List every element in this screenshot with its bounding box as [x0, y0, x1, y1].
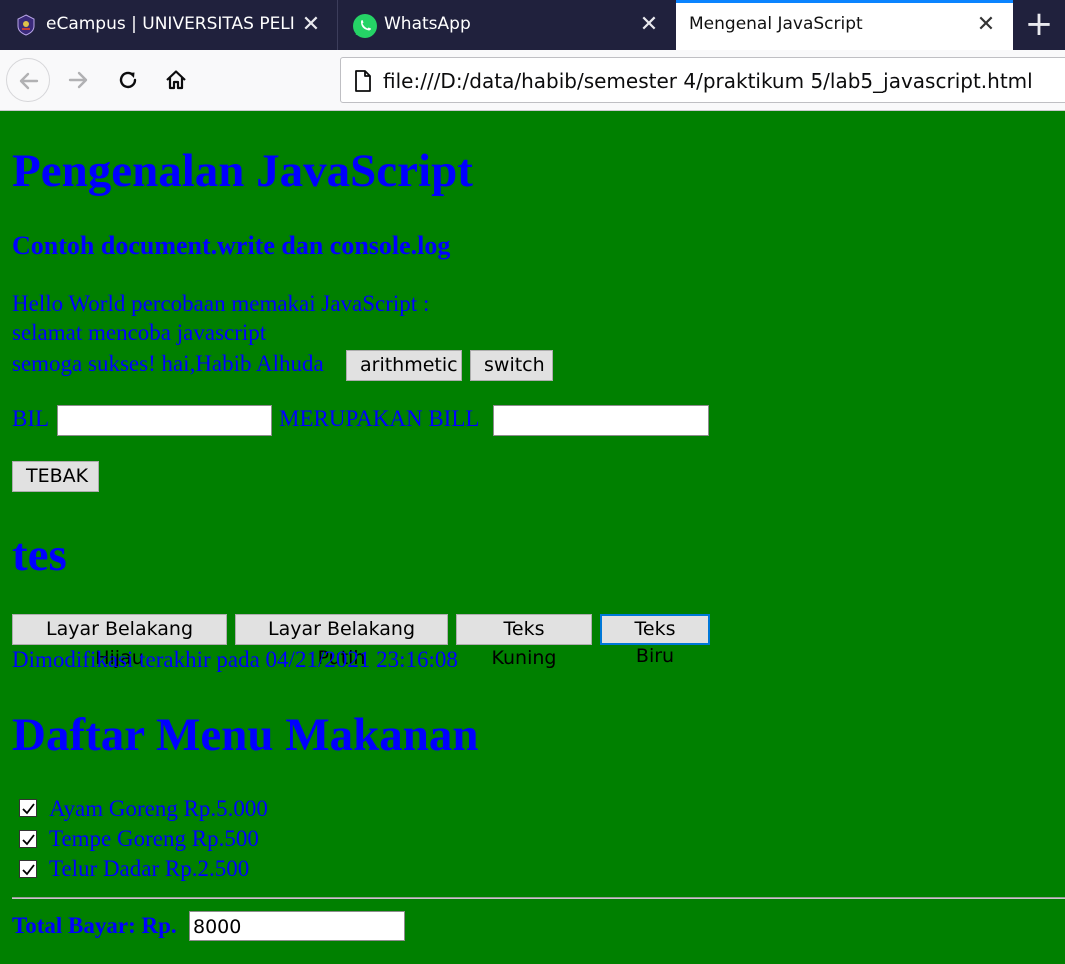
- forward-arrow-icon: [68, 71, 88, 89]
- reload-button[interactable]: [106, 58, 150, 102]
- menu-item-label: Tempe Goreng Rp.500: [49, 826, 259, 851]
- yellow-text-button[interactable]: Teks Kuning: [456, 614, 592, 669]
- greeting-line: selamat mencoba javascript: [12, 320, 267, 345]
- forward-button[interactable]: [56, 58, 100, 102]
- university-logo-icon: [14, 13, 38, 37]
- menu-checkbox-ayam[interactable]: [19, 799, 37, 817]
- checkmark-icon: [22, 834, 35, 846]
- menu-checkbox-tempe[interactable]: [19, 830, 37, 848]
- menu-checkbox-telur[interactable]: [19, 860, 37, 878]
- page-content: Pengenalan JavaScript Contoh document.wr…: [0, 111, 1065, 964]
- tebak-button[interactable]: TEBAK: [12, 461, 99, 492]
- tab-title: WhatsApp: [384, 14, 471, 34]
- checkmark-icon: [22, 864, 35, 876]
- tab-mengenal-javascript[interactable]: Mengenal JavaScript ✕: [676, 0, 1013, 50]
- tab-ecampus[interactable]: eCampus | UNIVERSITAS PELITA ✕: [0, 0, 337, 50]
- total-input[interactable]: 8000: [189, 911, 405, 941]
- tab-whatsapp[interactable]: WhatsApp ✕: [338, 0, 675, 50]
- horizontal-divider: [12, 897, 1065, 899]
- bil-input[interactable]: [57, 405, 272, 436]
- close-tab-icon[interactable]: ✕: [973, 12, 999, 38]
- tab-title: Mengenal JavaScript: [689, 14, 863, 34]
- home-button[interactable]: [154, 58, 198, 102]
- switch-button[interactable]: switch: [470, 350, 553, 381]
- menu-item-label: Ayam Goreng Rp.5.000: [49, 796, 268, 821]
- subheading: Contoh document.write dan console.log: [12, 231, 451, 260]
- page-title: Pengenalan JavaScript: [12, 145, 473, 197]
- green-background-button[interactable]: Layar Belakang Hijau: [12, 614, 227, 669]
- name-line: semoga sukses! hai,Habib Alhuda: [12, 351, 324, 376]
- back-button[interactable]: [6, 58, 50, 102]
- result-label: MERUPAKAN BILL: [279, 406, 480, 431]
- close-tab-icon[interactable]: ✕: [298, 12, 324, 38]
- bil-label: BIL: [12, 406, 50, 431]
- back-arrow-icon: [19, 72, 39, 90]
- tab-title: eCampus | UNIVERSITAS PELITA: [46, 14, 294, 34]
- navigation-toolbar: file:///D:/data/habib/semester 4/praktik…: [0, 50, 1065, 111]
- file-icon: [355, 70, 371, 92]
- new-tab-button[interactable]: +: [1013, 0, 1065, 50]
- active-tab-indicator: [676, 0, 1013, 3]
- last-modified-text: Dimodifikasi terakhir pada 04/21/2021 23…: [12, 647, 458, 672]
- tes-heading: tes: [12, 529, 67, 581]
- tab-bar: eCampus | UNIVERSITAS PELITA ✕ WhatsApp …: [0, 0, 1065, 50]
- reload-icon: [119, 71, 137, 89]
- hello-line: Hello World percobaan memakai JavaScript…: [12, 291, 430, 316]
- white-background-button[interactable]: Layar Belakang Putih: [235, 614, 448, 669]
- whatsapp-icon: [352, 13, 377, 38]
- menu-heading: Daftar Menu Makanan: [12, 709, 479, 761]
- total-label: Total Bayar: Rp.: [12, 913, 177, 938]
- checkmark-icon: [22, 803, 35, 815]
- arithmetic-button[interactable]: arithmetic: [346, 350, 462, 381]
- home-icon: [166, 70, 186, 90]
- url-text: file:///D:/data/habib/semester 4/praktik…: [383, 69, 1033, 93]
- result-input[interactable]: [493, 405, 709, 436]
- blue-text-button[interactable]: Teks Biru: [600, 614, 710, 667]
- menu-item-label: Telur Dadar Rp.2.500: [49, 856, 250, 881]
- address-bar[interactable]: file:///D:/data/habib/semester 4/praktik…: [340, 57, 1065, 103]
- close-tab-icon[interactable]: ✕: [636, 12, 662, 38]
